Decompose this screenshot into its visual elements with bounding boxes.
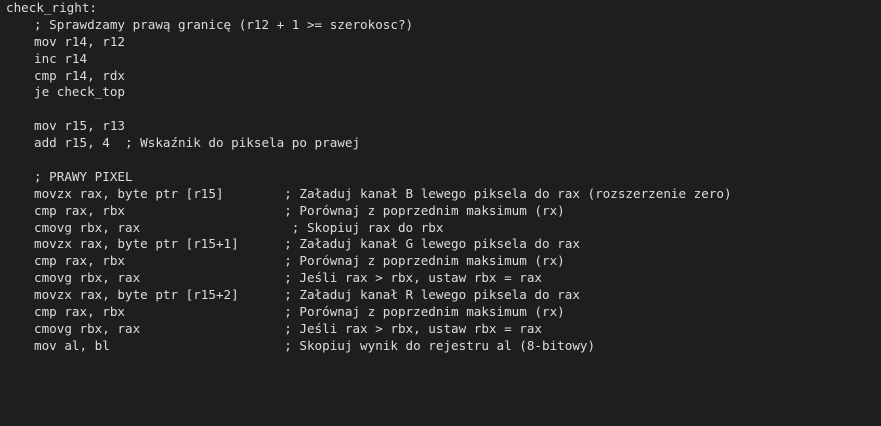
- code-line: movzx rax, byte ptr [r15+2] ; Załaduj ka…: [6, 287, 881, 304]
- code-text: cmp rax, rbx: [34, 202, 285, 218]
- code-line: movzx rax, byte ptr [r15] ; Załaduj kana…: [6, 186, 881, 203]
- code-line: je check_top: [6, 84, 881, 101]
- inline-comment: ; Skopiuj rax do rbx: [291, 219, 444, 235]
- inline-comment: ; Porównaj z poprzednim maksimum (rx): [284, 253, 565, 269]
- code-line: cmovg rbx, rax ; Jeśli rax > rbx, ustaw …: [6, 321, 881, 338]
- code-text: cmovg rbx, rax: [34, 320, 285, 336]
- code-line: mov r15, r13: [6, 118, 881, 135]
- code-line: ; PRAWY PIXEL: [6, 169, 881, 186]
- inline-comment: ; Porównaj z poprzednim maksimum (rx): [284, 304, 565, 320]
- code-line: cmp rax, rbx ; Porównaj z poprzednim mak…: [6, 253, 881, 270]
- code-line: inc r14: [6, 51, 881, 68]
- code-line: mov r14, r12: [6, 34, 881, 51]
- code-text: movzx rax, byte ptr [r15]: [34, 185, 285, 201]
- code-text: je check_top: [34, 84, 125, 100]
- code-editor[interactable]: check_right: ; Sprawdzamy prawą granicę …: [0, 0, 881, 426]
- code-text: cmp rax, rbx: [34, 253, 285, 269]
- code-line: cmovg rbx, rax ; Skopiuj rax do rbx: [6, 220, 881, 237]
- code-text: mov r14, r12: [34, 33, 125, 49]
- inline-comment: ; Porównaj z poprzednim maksimum (rx): [284, 202, 565, 218]
- code-line: check_right:: [6, 0, 881, 17]
- code-text: add r15, 4 ; Wskaźnik do piksela po praw…: [34, 135, 361, 151]
- code-line: cmovg rbx, rax ; Jeśli rax > rbx, ustaw …: [6, 270, 881, 287]
- code-text: movzx rax, byte ptr [r15+2]: [34, 287, 285, 303]
- code-line: cmp r14, rdx: [6, 68, 881, 85]
- inline-comment: ; Załaduj kanał G lewego piksela do rax: [284, 236, 580, 252]
- code-line: cmp rax, rbx ; Porównaj z poprzednim mak…: [6, 304, 881, 321]
- code-line: add r15, 4 ; Wskaźnik do piksela po praw…: [6, 135, 881, 152]
- code-text: cmp r14, rdx: [34, 67, 125, 83]
- code-line: movzx rax, byte ptr [r15+1] ; Załaduj ka…: [6, 236, 881, 253]
- code-text: mov al, bl: [34, 337, 285, 353]
- code-line: cmp rax, rbx ; Porównaj z poprzednim mak…: [6, 203, 881, 220]
- code-text: check_right:: [6, 0, 97, 15]
- code-text: inc r14: [34, 50, 88, 66]
- code-text: ; PRAWY PIXEL: [34, 168, 133, 184]
- code-text: movzx rax, byte ptr [r15+1]: [34, 236, 285, 252]
- inline-comment: ; Jeśli rax > rbx, ustaw rbx = rax: [284, 320, 543, 336]
- code-line: mov al, bl ; Skopiuj wynik do rejestru a…: [6, 338, 881, 355]
- code-text: cmp rax, rbx: [34, 304, 285, 320]
- inline-comment: ; Skopiuj wynik do rejestru al (8-bitowy…: [284, 337, 596, 353]
- code-line: ; Sprawdzamy prawą granicę (r12 + 1 >= s…: [6, 17, 881, 34]
- code-text: mov r15, r13: [34, 118, 125, 134]
- code-text: ; Sprawdzamy prawą granicę (r12 + 1 >= s…: [34, 16, 414, 32]
- code-text: cmovg rbx, rax: [34, 219, 292, 235]
- inline-comment: ; Jeśli rax > rbx, ustaw rbx = rax: [284, 270, 543, 286]
- inline-comment: ; Załaduj kanał B lewego piksela do rax …: [284, 185, 732, 201]
- code-text: cmovg rbx, rax: [34, 270, 285, 286]
- inline-comment: ; Załaduj kanał R lewego piksela do rax: [284, 287, 580, 303]
